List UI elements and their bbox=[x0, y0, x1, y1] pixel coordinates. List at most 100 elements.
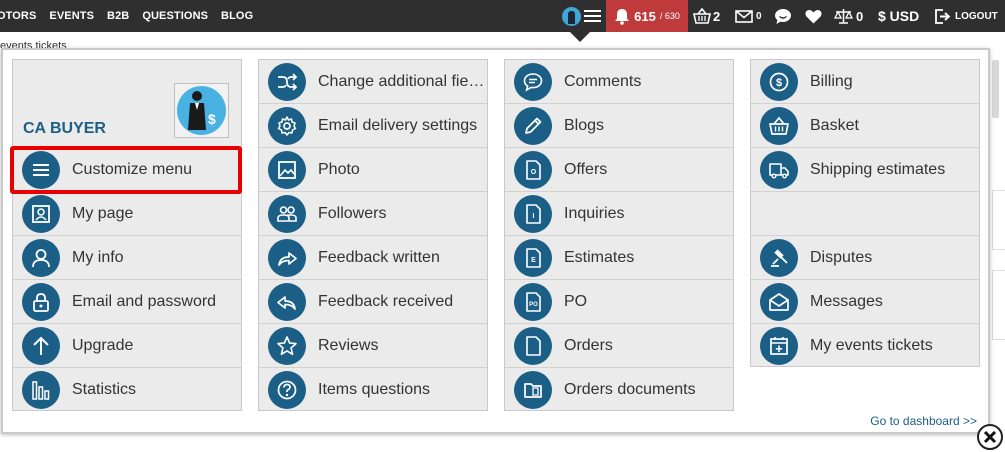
svg-text:I: I bbox=[533, 213, 535, 220]
svg-text:$: $ bbox=[776, 77, 782, 89]
gavel-icon bbox=[760, 238, 798, 277]
menu-item-label: My events tickets bbox=[810, 337, 933, 354]
menu-item-statistics[interactable]: Statistics bbox=[13, 368, 241, 412]
notifications-button[interactable]: 615 / 630 bbox=[606, 0, 688, 32]
menu-item-shipping-estimates[interactable]: Shipping estimates bbox=[751, 148, 979, 192]
envelope-icon bbox=[760, 282, 798, 321]
document-icon bbox=[514, 326, 552, 365]
menu-item-label: My page bbox=[72, 204, 134, 222]
close-menu-button[interactable] bbox=[977, 424, 1003, 450]
nav-link-b2b[interactable]: B2B bbox=[107, 10, 129, 22]
messages-button[interactable]: 0 bbox=[735, 0, 762, 32]
currency-selector[interactable]: $ USD bbox=[878, 0, 919, 32]
menu-item-upgrade[interactable]: Upgrade bbox=[13, 324, 241, 368]
calendar-plus-icon bbox=[760, 327, 798, 365]
bell-icon bbox=[615, 8, 630, 25]
nav-link-questions[interactable]: QUESTIONS bbox=[142, 10, 208, 22]
basket-button[interactable]: 2 bbox=[693, 0, 720, 32]
menu-item-email-password[interactable]: Email and password bbox=[13, 280, 241, 324]
pencil-icon bbox=[514, 106, 552, 145]
top-navbar: OTORS EVENTS B2B QUESTIONS BLOG 615 / 63… bbox=[0, 0, 1005, 32]
profile-avatar[interactable]: $ bbox=[174, 83, 229, 138]
basket-icon bbox=[760, 106, 798, 145]
menu-item-my-info[interactable]: My info bbox=[13, 236, 241, 280]
menu-column-commerce: $ Billing Basket Shipping estimates Disp… bbox=[750, 59, 980, 367]
menu-item-label: Statistics bbox=[72, 381, 137, 398]
menu-item-comments[interactable]: Comments bbox=[505, 60, 733, 104]
menu-item-label: Messages bbox=[810, 292, 883, 310]
menu-item-estimates[interactable]: E Estimates bbox=[505, 236, 733, 280]
menu-item-photo[interactable]: Photo bbox=[259, 148, 487, 192]
menu-item-followers[interactable]: Followers bbox=[259, 192, 487, 236]
menu-item-label: Email and password bbox=[72, 292, 217, 310]
menu-item-offers[interactable]: O Offers bbox=[505, 148, 733, 192]
menu-item-email-delivery-settings[interactable]: Email delivery settings bbox=[259, 104, 487, 148]
menu-item-inquiries[interactable]: I Inquiries bbox=[505, 192, 733, 236]
shuffle-icon bbox=[268, 62, 306, 101]
compare-button[interactable]: 0 bbox=[834, 0, 863, 32]
menu-item-customize-menu[interactable]: Customize menu bbox=[13, 148, 241, 192]
menu-item-messages[interactable]: Messages bbox=[751, 280, 979, 324]
menu-item-feedback-received[interactable]: Feedback received bbox=[259, 280, 487, 324]
menu-item-label: Disputes bbox=[810, 248, 873, 266]
gear-icon bbox=[268, 106, 306, 145]
scales-icon bbox=[834, 9, 853, 24]
menu-item-billing[interactable]: $ Billing bbox=[751, 60, 979, 104]
menu-item-items-questions[interactable]: Items questions bbox=[259, 368, 487, 412]
logout-button[interactable]: LOGOUT bbox=[935, 0, 998, 32]
document-po-icon: PO bbox=[514, 282, 552, 321]
menu-item-po[interactable]: PO PO bbox=[505, 280, 733, 324]
businessman-icon: $ bbox=[188, 91, 216, 130]
chat-button[interactable] bbox=[774, 0, 792, 32]
menu-item-my-page[interactable]: My page bbox=[13, 192, 241, 236]
favorites-button[interactable] bbox=[805, 0, 822, 32]
hamburger-icon bbox=[583, 10, 601, 22]
star-icon bbox=[268, 326, 306, 365]
svg-text:E: E bbox=[531, 257, 536, 264]
menu-item-label: Feedback received bbox=[318, 292, 454, 310]
heart-icon bbox=[805, 9, 822, 23]
avatar: $ bbox=[177, 86, 226, 135]
notifications-count: 615 bbox=[634, 8, 656, 24]
menu-item-label: Inquiries bbox=[564, 204, 625, 222]
page-scrollbar[interactable] bbox=[992, 60, 999, 118]
menu-item-feedback-written[interactable]: Feedback written bbox=[259, 236, 487, 280]
menu-item-change-additional-fields[interactable]: Change additional fie… bbox=[259, 60, 487, 104]
menu-item-label: Followers bbox=[318, 204, 387, 222]
svg-text:PO: PO bbox=[529, 302, 538, 308]
nav-link-motors[interactable]: OTORS bbox=[0, 10, 36, 22]
menu-item-label: PO bbox=[564, 292, 588, 310]
notifications-total: / 630 bbox=[659, 11, 680, 21]
compare-count: 0 bbox=[856, 8, 864, 24]
arrow-up-icon bbox=[22, 326, 60, 365]
menu-item-label: Basket bbox=[810, 116, 859, 134]
go-to-dashboard-link[interactable]: Go to dashboard >> bbox=[870, 414, 977, 428]
menu-item-my-events-tickets[interactable]: My events tickets bbox=[751, 324, 979, 368]
background-panel bbox=[992, 190, 1005, 250]
nav-link-blog[interactable]: BLOG bbox=[221, 10, 253, 22]
menu-item-orders-documents[interactable]: Orders documents bbox=[505, 368, 733, 412]
background-panel bbox=[992, 270, 1005, 340]
nav-link-events[interactable]: EVENTS bbox=[49, 10, 94, 22]
menu-item-disputes[interactable]: Disputes bbox=[751, 236, 979, 280]
menu-item-label: Billing bbox=[810, 72, 853, 90]
menu-column-account: CA BUYER $ Customize menu My page My inf… bbox=[12, 59, 242, 411]
statistics-icon bbox=[22, 371, 60, 409]
menu-item-orders[interactable]: Orders bbox=[505, 324, 733, 368]
menu-column-settings: Change additional fie… Email delivery se… bbox=[258, 59, 488, 411]
comment-icon bbox=[514, 62, 552, 101]
menu-item-label: Blogs bbox=[564, 116, 605, 134]
folder-icon bbox=[514, 371, 552, 409]
messages-count: 0 bbox=[756, 10, 762, 22]
profile-header: CA BUYER $ bbox=[13, 60, 241, 148]
menu-item-reviews[interactable]: Reviews bbox=[259, 324, 487, 368]
menu-item-label: Photo bbox=[318, 160, 360, 178]
user-avatar-icon bbox=[561, 6, 581, 26]
chat-icon bbox=[775, 8, 791, 24]
svg-text:O: O bbox=[531, 169, 537, 176]
menu-item-label: Customize menu bbox=[72, 160, 193, 178]
menu-item-basket[interactable]: Basket bbox=[751, 104, 979, 148]
image-icon bbox=[268, 150, 306, 189]
menu-item-blogs[interactable]: Blogs bbox=[505, 104, 733, 148]
account-menu-button[interactable] bbox=[556, 0, 606, 32]
